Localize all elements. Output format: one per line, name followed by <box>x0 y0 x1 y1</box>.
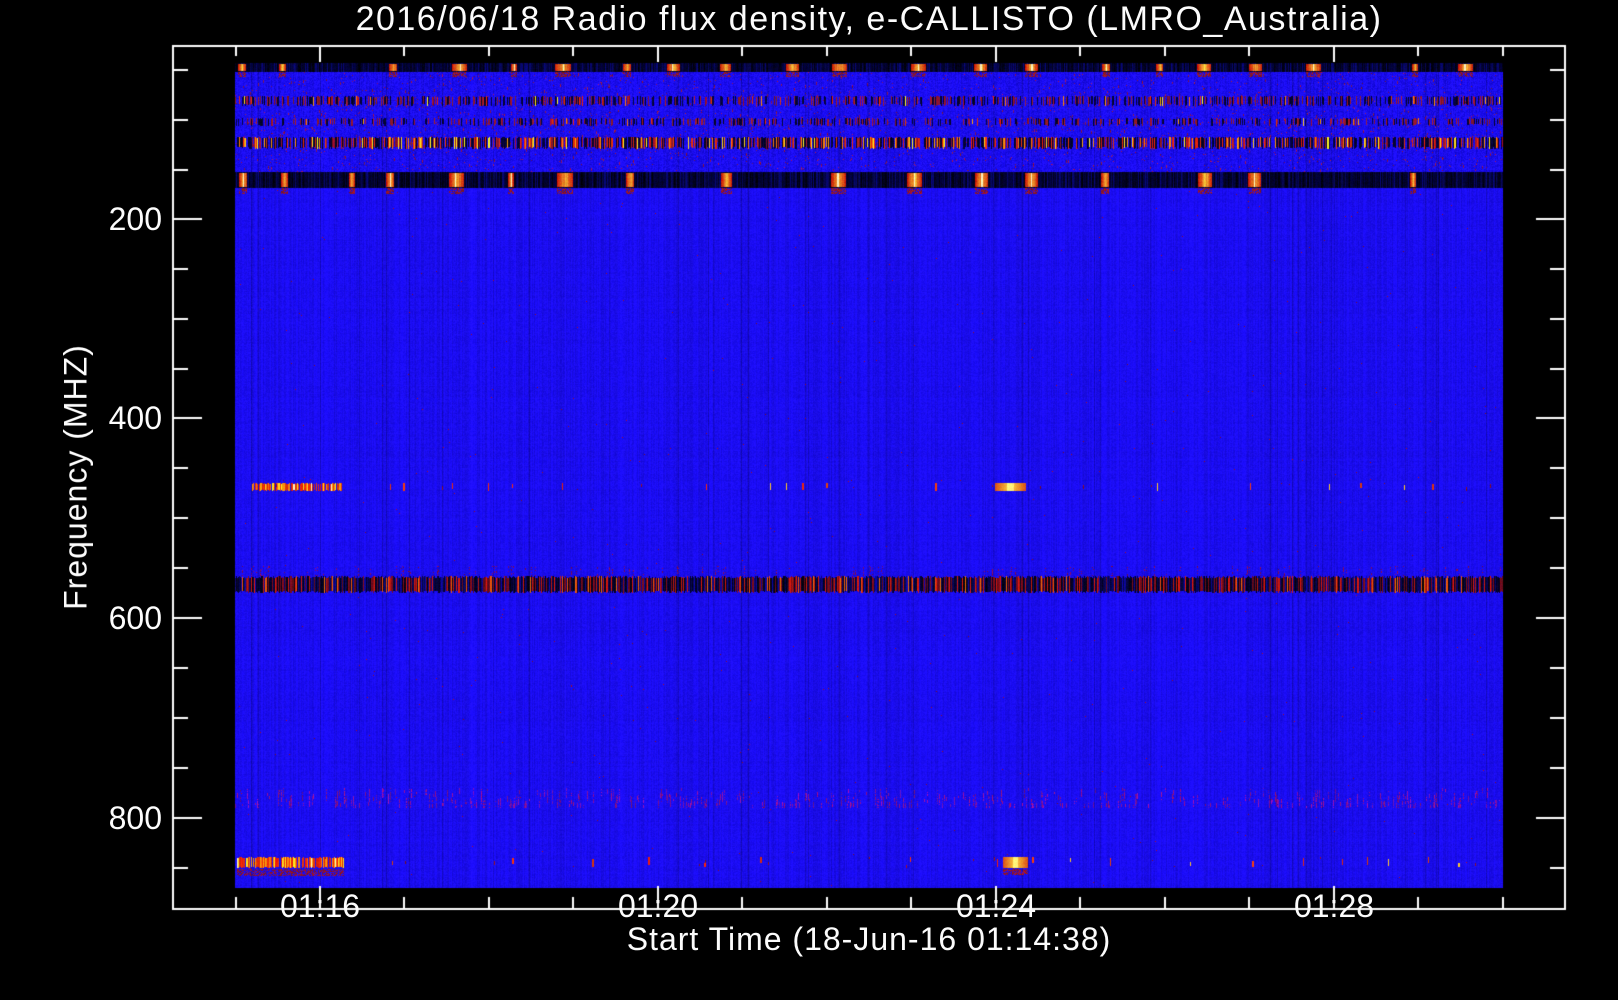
y-axis-label: Frequency (MHZ) <box>57 344 94 610</box>
x-tick-label-0128: 01:28 <box>1293 888 1375 924</box>
spectrogram-figure: 2016/06/18 Radio flux density, e-CALLIST… <box>0 0 1618 1000</box>
x-tick-label-0120: 01:20 <box>617 888 699 924</box>
x-axis-label: Start Time (18-Jun-16 01:14:38) <box>626 921 1112 957</box>
spectrogram-canvas <box>0 0 1618 1000</box>
y-tick-label-800: 800 <box>108 800 162 836</box>
x-tick-label-0116: 01:16 <box>279 888 361 924</box>
y-tick-label-400: 400 <box>108 400 162 436</box>
y-tick-label-600: 600 <box>108 600 162 636</box>
y-tick-label-200: 200 <box>108 201 162 237</box>
x-tick-label-0124: 01:24 <box>955 888 1037 924</box>
chart-title: 2016/06/18 Radio flux density, e-CALLIST… <box>355 0 1383 38</box>
